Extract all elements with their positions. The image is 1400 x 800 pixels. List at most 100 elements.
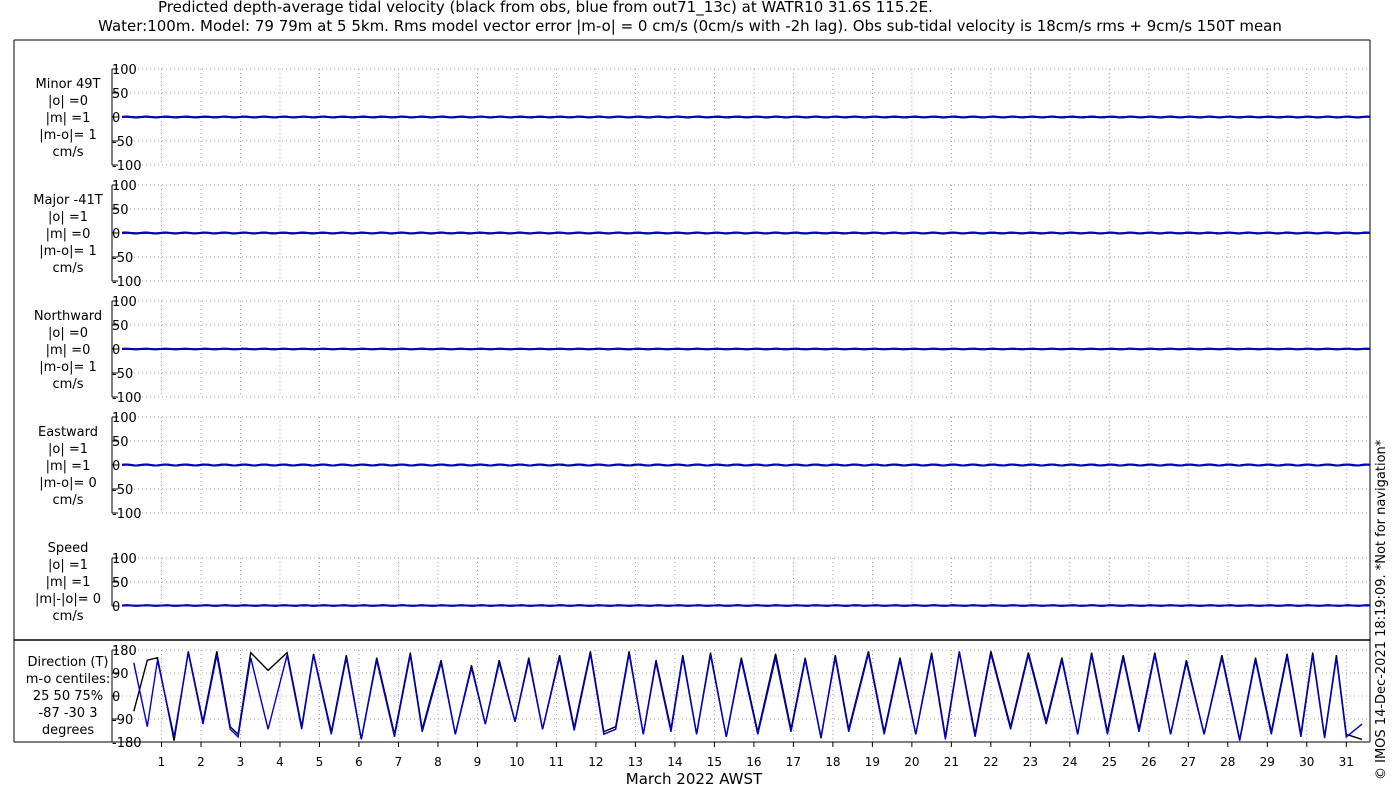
panel-direction: Direction (T) m-o centiles: 25 50 75% -87 -… <box>26 644 1370 751</box>
x-tick-label: 5 <box>316 755 324 769</box>
x-tick-label: 1 <box>158 755 166 769</box>
panel-label-line: cm/s <box>53 261 84 276</box>
panel-minor: Minor 49T |o| =0 |m| =1 |m-o|= 1 cm/s 100 50 0 -… <box>36 63 1371 174</box>
panel-label-line: Northward <box>34 309 102 324</box>
y-tick-label: 100 <box>112 63 137 78</box>
x-tick-label: 29 <box>1260 755 1275 769</box>
panel-label-line: |m-o|= 1 <box>39 360 97 375</box>
panel-label-line: |m| =1 <box>46 575 91 590</box>
panel-label-line: |o| =0 <box>48 94 88 109</box>
x-tick-label: 31 <box>1339 755 1354 769</box>
panel-eastward: Eastward |o| =1 |m| =1 |m-o|= 0 cm/s 100 50 0 -5… <box>38 411 1371 522</box>
panel-label-line: Minor 49T <box>36 77 101 92</box>
y-tick-label: 50 <box>112 87 129 102</box>
y-tick-label: 50 <box>112 576 129 591</box>
panel-label-line: degrees <box>42 723 95 738</box>
x-tick-label: 6 <box>355 755 363 769</box>
x-tick-label: 11 <box>549 755 564 769</box>
y-tick-label: -100 <box>112 275 142 290</box>
y-tick-label: 0 <box>112 600 120 615</box>
y-tick-label: 50 <box>112 435 129 450</box>
panel-label-line: Direction (T) <box>28 655 109 670</box>
x-axis-label: March 2022 AWST <box>626 770 763 788</box>
panel-label-line: |m-o|= 1 <box>39 128 97 143</box>
x-tick-label: 27 <box>1181 755 1196 769</box>
panel-label-line: m-o centiles: <box>26 672 111 687</box>
x-tick-label: 10 <box>509 755 524 769</box>
y-tick-label: 0 <box>112 459 120 474</box>
panel-speed: Speed |o| =1 |m| =1 |m|-|o|= 0 cm/s 100 50 0 <box>35 541 1371 624</box>
panel-label-line: |m| =1 <box>46 111 91 126</box>
x-tick-label: 9 <box>474 755 482 769</box>
x-tick-label: 4 <box>276 755 284 769</box>
y-tick-label: 90 <box>112 667 129 682</box>
x-tick-label: 17 <box>786 755 801 769</box>
y-tick-label: -50 <box>112 367 133 382</box>
x-tick-label: 3 <box>237 755 245 769</box>
y-tick-label: 100 <box>112 295 137 310</box>
y-tick-label: -90 <box>112 713 133 728</box>
panel-label-line: |o| =1 <box>48 558 88 573</box>
panel-northward: Northward |o| =0 |m| =0 |m-o|= 1 cm/s 100 50 0 -… <box>34 295 1371 406</box>
x-tick-label: 16 <box>746 755 761 769</box>
y-tick-label: 0 <box>112 111 120 126</box>
x-tick-label: 13 <box>628 755 643 769</box>
x-tick-label: 21 <box>944 755 959 769</box>
y-tick-label: -180 <box>112 736 142 751</box>
x-tick-label: 20 <box>904 755 919 769</box>
y-tick-label: 100 <box>112 411 137 426</box>
x-tick-label: 30 <box>1299 755 1314 769</box>
panel-label-line: cm/s <box>53 377 84 392</box>
y-tick-label: -50 <box>112 135 133 150</box>
panel-label-line: |o| =1 <box>48 442 88 457</box>
panel-label-line: 25 50 75% <box>33 689 103 704</box>
panel-label-line: |m-o|= 0 <box>39 476 97 491</box>
panel-label-line: |m|-|o|= 0 <box>35 592 101 607</box>
series-line-model <box>133 652 1363 741</box>
series-line-model <box>121 463 1371 467</box>
panel-label-line: cm/s <box>53 145 84 160</box>
x-tick-label: 24 <box>1062 755 1077 769</box>
y-tick-label: 180 <box>112 644 137 659</box>
y-tick-label: 50 <box>112 319 129 334</box>
x-tick-label: 25 <box>1102 755 1117 769</box>
x-tick-label: 19 <box>865 755 880 769</box>
y-tick-label: -100 <box>112 507 142 522</box>
x-tick-label: 26 <box>1141 755 1156 769</box>
panel-label-line: Eastward <box>38 425 98 440</box>
panel-label-line: |o| =0 <box>48 326 88 341</box>
x-tick-label: 15 <box>707 755 722 769</box>
panel-label-line: |m| =0 <box>46 343 91 358</box>
y-tick-label: 0 <box>112 343 120 358</box>
y-tick-label: -100 <box>112 159 142 174</box>
y-tick-label: 0 <box>112 227 120 242</box>
x-tick-label: 18 <box>825 755 840 769</box>
panel-label-line: |m| =1 <box>46 459 91 474</box>
panel-label-line: Speed <box>48 541 89 556</box>
x-tick-label: 22 <box>983 755 998 769</box>
y-tick-label: -100 <box>112 391 142 406</box>
y-tick-label: 0 <box>112 690 120 705</box>
series-line-model <box>121 115 1371 119</box>
panel-label-line: |m-o|= 1 <box>39 244 97 259</box>
panel-label-line: cm/s <box>53 493 84 508</box>
y-tick-label: -50 <box>112 483 133 498</box>
tidal-velocity-chart: Minor 49T|o| =0|m| =1|m-o|= 1cm/s100500-… <box>13 39 1371 788</box>
x-tick-label: 23 <box>1023 755 1038 769</box>
panel-label-line: |o| =1 <box>48 210 88 225</box>
y-tick-label: -50 <box>112 251 133 266</box>
x-tick-label: 8 <box>434 755 442 769</box>
x-tick-label: 14 <box>667 755 682 769</box>
panel-label-line: |m| =0 <box>46 227 91 242</box>
panel-label-line: -87 -30 3 <box>38 706 97 721</box>
x-tick-label: 12 <box>588 755 603 769</box>
x-tick-label: 28 <box>1220 755 1235 769</box>
y-tick-label: 100 <box>112 552 137 567</box>
panel-label-line: Major -41T <box>33 193 102 208</box>
y-tick-label: 100 <box>112 179 137 194</box>
y-tick-label: 50 <box>112 203 129 218</box>
x-tick-label: 7 <box>395 755 403 769</box>
panel-label-line: cm/s <box>53 609 84 624</box>
panel-major: Major -41T |o| =1 |m| =0 |m-o|= 1 cm/s 100 50 0… <box>33 179 1371 290</box>
x-tick-label: 2 <box>197 755 205 769</box>
